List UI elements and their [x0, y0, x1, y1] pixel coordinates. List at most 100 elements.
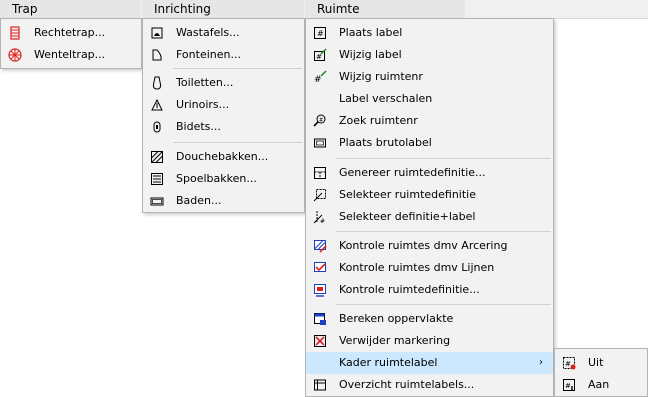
- toilet-icon: [152, 76, 162, 90]
- menu-item-label: Kontrole ruimtedefinitie...: [339, 283, 480, 296]
- menubar-ruimte[interactable]: Ruimte: [305, 0, 465, 18]
- menu-item-label: Uit: [588, 356, 604, 369]
- menu-separator: [173, 68, 302, 69]
- frame-on-icon: #: [563, 379, 575, 391]
- menu-item-label: Kontrole ruimtes dmv Lijnen: [339, 261, 495, 274]
- trap-menu: Rechtetrap... Wenteltrap...: [0, 18, 142, 69]
- menu-item-label: Plaats brutolabel: [339, 136, 432, 149]
- menu-item-label: Selekteer ruimtedefinitie: [339, 188, 477, 201]
- menu-item-label: Baden...: [176, 194, 222, 207]
- submenu-arrow-icon: ›: [539, 357, 543, 368]
- generate-definition-icon: [314, 167, 326, 179]
- menu-item-zoek-ruimtenr[interactable]: # Zoek ruimtenr: [306, 110, 553, 132]
- edit-room-number-icon: #: [314, 70, 327, 84]
- menu-item-wijzig-ruimtenr[interactable]: # Wijzig ruimtenr: [306, 66, 553, 88]
- svg-text:#: #: [565, 382, 571, 390]
- menu-separator: [336, 231, 551, 232]
- svg-text:#: #: [565, 360, 571, 368]
- menu-separator: [336, 304, 551, 305]
- svg-text:#: #: [317, 29, 324, 38]
- check-definition-icon: [314, 284, 326, 297]
- menu-item-label: Rechtetrap...: [34, 26, 106, 39]
- frame-off-icon: #: [563, 357, 576, 370]
- menu-item-label: Selekteer definitie+label: [339, 210, 476, 223]
- fountain-icon: [152, 49, 162, 61]
- menu-item-rechtetrap[interactable]: Rechtetrap...: [1, 22, 141, 44]
- remove-marking-icon: [314, 335, 326, 347]
- menu-item-kontrole-lijnen[interactable]: Kontrole ruimtes dmv Lijnen: [306, 257, 553, 279]
- menu-item-selekteer-ruimtedefinitie[interactable]: Selekteer ruimtedefinitie: [306, 184, 553, 206]
- menu-item-label: Label verschalen: [339, 92, 433, 105]
- menu-item-bereken-oppervlakte[interactable]: Bereken oppervlakte: [306, 308, 553, 330]
- svg-text:#: #: [320, 218, 325, 224]
- menu-item-toiletten[interactable]: Toiletten...: [143, 72, 304, 94]
- overview-labels-icon: [314, 379, 326, 391]
- search-room-number-icon: #: [313, 114, 326, 127]
- ruimte-menu: # Plaats label # Wijzig label # Wijzig r…: [305, 18, 554, 397]
- menu-item-label: Kader ruimtelabel: [339, 356, 438, 369]
- svg-text:#: #: [316, 53, 322, 61]
- menu-item-baden[interactable]: Baden...: [143, 190, 304, 212]
- select-definition-label-icon: #: [313, 211, 325, 224]
- menu-item-label: Wijzig label: [339, 48, 402, 61]
- menu-item-spoelbakken[interactable]: Spoelbakken...: [143, 168, 304, 190]
- urinal-icon: [151, 98, 163, 111]
- menu-item-genereer-ruimtedefinitie[interactable]: Genereer ruimtedefinitie...: [306, 162, 553, 184]
- menu-item-label: Kontrole ruimtes dmv Arcering: [339, 239, 508, 252]
- svg-text:#: #: [314, 75, 322, 84]
- menu-item-wijzig-label[interactable]: # Wijzig label: [306, 44, 553, 66]
- menu-item-label: Genereer ruimtedefinitie...: [339, 166, 486, 179]
- menu-item-plaats-label[interactable]: # Plaats label: [306, 22, 553, 44]
- menu-item-label: Bereken oppervlakte: [339, 312, 454, 325]
- menu-item-label: Toiletten...: [176, 76, 234, 89]
- edit-label-icon: #: [314, 48, 327, 61]
- menu-item-urinoirs[interactable]: Urinoirs...: [143, 94, 304, 116]
- menu-item-wastafels[interactable]: Wastafels...: [143, 22, 304, 44]
- menu-item-kontrole-ruimtedefinitie[interactable]: Kontrole ruimtedefinitie...: [306, 279, 553, 301]
- menu-item-overzicht-ruimtelabels[interactable]: Overzicht ruimtelabels...: [306, 374, 553, 396]
- menubar-inrichting[interactable]: Inrichting: [142, 0, 304, 18]
- menu-separator: [336, 158, 551, 159]
- check-lines-icon: [314, 262, 326, 272]
- menu-bar: Trap Inrichting Ruimte: [0, 0, 648, 19]
- menu-item-verwijder-markering[interactable]: Verwijder markering: [306, 330, 553, 352]
- menu-item-douchebakken[interactable]: Douchebakken...: [143, 146, 304, 168]
- spiral-stair-icon: [8, 48, 22, 62]
- kader-submenu: # Uit # Aan: [554, 348, 648, 397]
- menu-item-label: Spoelbakken...: [176, 172, 257, 185]
- menu-item-fonteinen[interactable]: Fonteinen...: [143, 44, 304, 66]
- menu-item-kader-aan[interactable]: # Aan: [555, 374, 647, 396]
- menu-item-label: Verwijder markering: [339, 334, 451, 347]
- sink-icon: [151, 173, 163, 185]
- menu-item-label: Urinoirs...: [176, 98, 230, 111]
- menu-separator: [173, 142, 302, 143]
- straight-stair-icon: [10, 26, 20, 40]
- menu-item-kontrole-arcering[interactable]: Kontrole ruimtes dmv Arcering: [306, 235, 553, 257]
- shower-tray-icon: [151, 151, 163, 163]
- menu-item-label-verschalen[interactable]: Label verschalen: [306, 88, 553, 110]
- menu-item-label: Wastafels...: [176, 26, 240, 39]
- menu-item-kader-ruimtelabel[interactable]: Kader ruimtelabel ›: [306, 352, 553, 374]
- svg-text:#: #: [319, 118, 323, 124]
- bathtub-icon: [150, 197, 164, 206]
- menu-item-kader-uit[interactable]: # Uit: [555, 352, 647, 374]
- place-label-icon: #: [314, 27, 326, 39]
- check-hatch-icon: [314, 240, 327, 253]
- menu-item-label: Fonteinen...: [176, 48, 241, 61]
- menu-item-label: Overzicht ruimtelabels...: [339, 378, 475, 391]
- menubar-trap[interactable]: Trap: [0, 0, 141, 18]
- menu-item-wenteltrap[interactable]: Wenteltrap...: [1, 44, 141, 66]
- inrichting-menu: Wastafels... Fonteinen... Toiletten... U…: [142, 18, 305, 213]
- menu-item-label: Douchebakken...: [176, 150, 269, 163]
- menu-item-plaats-brutolabel[interactable]: Plaats brutolabel: [306, 132, 553, 154]
- select-definition-icon: [313, 189, 326, 202]
- calculate-area-icon: [314, 313, 326, 325]
- menu-item-label: Wenteltrap...: [34, 48, 106, 61]
- gross-label-icon: [314, 138, 326, 148]
- bidet-icon: [153, 121, 161, 133]
- menu-item-selekteer-definitie-label[interactable]: # Selekteer definitie+label: [306, 206, 553, 228]
- menu-item-bidets[interactable]: Bidets...: [143, 116, 304, 138]
- menu-item-label: Plaats label: [339, 26, 403, 39]
- menu-item-label: Wijzig ruimtenr: [339, 70, 423, 83]
- menu-item-label: Bidets...: [176, 120, 221, 133]
